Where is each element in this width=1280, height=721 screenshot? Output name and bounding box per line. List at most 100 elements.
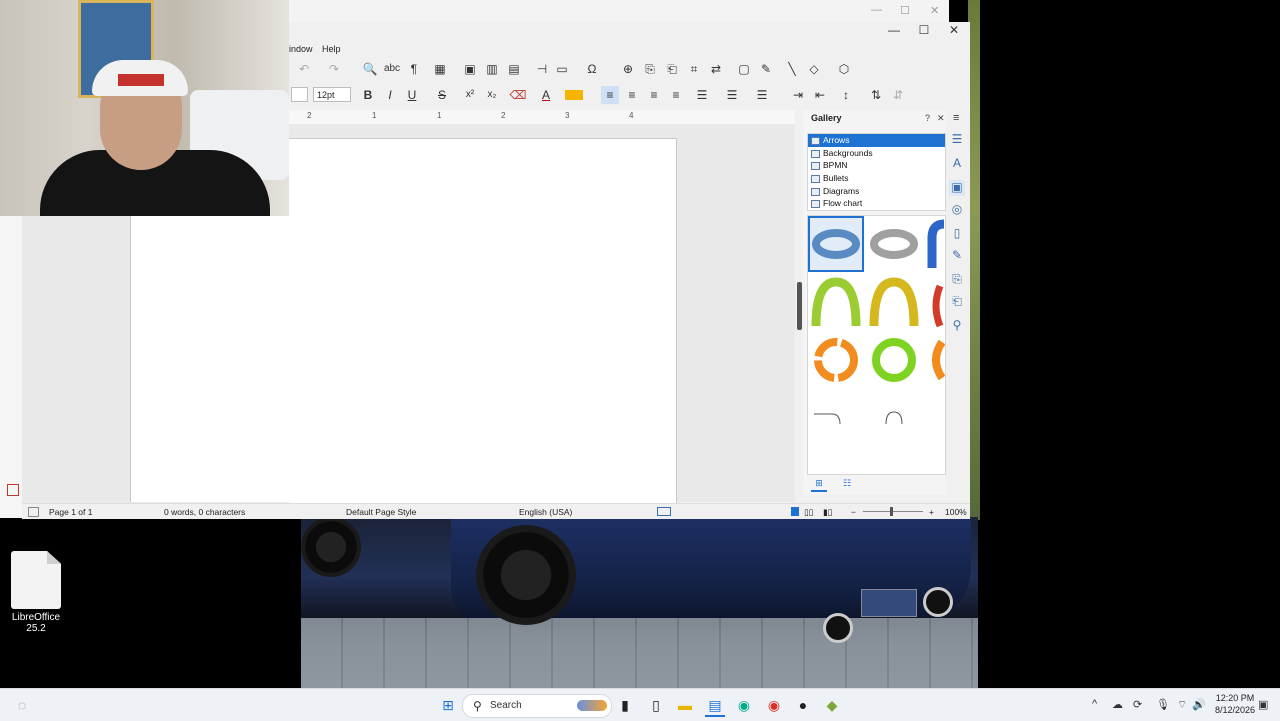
file-explorer-icon[interactable]: ▬ [675,695,695,715]
scrollbar-thumb[interactable] [797,282,802,330]
background-close-button[interactable]: ✕ [930,4,939,17]
writer-taskbar-icon[interactable]: ▤ [705,695,725,717]
help-icon[interactable]: ? [925,113,930,123]
notification-icon[interactable]: ▣ [1258,698,1268,711]
background-maximize-button[interactable]: ☐ [900,4,910,17]
microphone-icon[interactable]: 🎙 [1156,698,1170,711]
app-icon[interactable]: ◆ [822,695,842,715]
maximize-button[interactable]: ☐ [909,23,939,37]
paragraph-spacing-icon[interactable]: ⇅ [867,86,885,104]
manage-changes-tab-icon[interactable]: ⎘ [949,272,965,288]
line-icon[interactable]: ╲ [783,60,801,78]
gallery-item-arc-red[interactable] [926,276,945,328]
deck-close-icon[interactable]: ✕ [937,113,945,124]
styles-tab-icon[interactable]: A [949,156,965,172]
theme-item-backgrounds[interactable]: Backgrounds [808,147,945,160]
endnote-icon[interactable]: ⎗ [663,60,681,78]
superscript-button[interactable]: x² [461,86,479,104]
strikethrough-button[interactable]: S [433,86,451,104]
spelling-icon[interactable]: abc [383,60,401,78]
gallery-item-circular-arrow-blue[interactable] [808,216,864,272]
bold-button[interactable]: B [359,86,377,104]
properties-tab-icon[interactable]: ☰ [949,132,965,148]
theme-item-diagrams[interactable]: Diagrams [808,185,945,198]
menu-window[interactable]: indow [289,44,313,54]
chrome-icon[interactable]: ◉ [764,695,784,715]
outline-list-icon[interactable]: ☰ [753,86,771,104]
zoom-out-icon[interactable]: − [851,507,856,517]
theme-item-arrows[interactable]: Arrows [808,134,945,147]
navigator-tab-icon[interactable]: ◎ [949,202,965,218]
notepad-icon[interactable]: ▯ [646,695,666,715]
font-name-field-partial[interactable] [291,87,308,102]
widgets-icon[interactable]: ◌ [12,695,32,715]
undo-icon[interactable]: ↶ [295,60,313,78]
tray-overflow-icon[interactable]: ^ [1092,698,1097,710]
status-words[interactable]: 0 words, 0 characters [164,507,245,517]
gallery-item-circular-arrow-grey[interactable] [868,218,920,270]
gallery-item-arch-green[interactable] [810,276,862,328]
book-view-icon[interactable]: ▮▯ [823,507,832,518]
background-minimize-button[interactable]: — [871,4,882,16]
wifi-icon[interactable]: ⌔ [1177,698,1187,712]
zoom-slider[interactable] [863,511,923,512]
font-color-icon[interactable]: A [537,86,555,104]
align-left-icon[interactable]: ≡ [601,86,619,104]
basic-shapes-icon[interactable]: ◇ [805,60,823,78]
gallery-item-cycle-green[interactable] [868,334,920,386]
unordered-list-icon[interactable]: ☰ [693,86,711,104]
decrease-indent-icon[interactable]: ⇤ [811,86,829,104]
increase-indent-icon[interactable]: ⇥ [789,86,807,104]
taskbar-clock[interactable]: 12:20 PM 8/12/2026 [1205,692,1265,716]
align-center-icon[interactable]: ≡ [623,86,641,104]
theme-item-flow-chart[interactable]: Flow chart [808,197,945,210]
desktop-icon-libreoffice[interactable]: LibreOffice 25.2 [6,551,66,634]
icon-view-button[interactable]: ⊞ [811,478,827,492]
subscript-button[interactable]: x₂ [483,86,501,104]
highlight-color-icon[interactable] [565,90,583,100]
menu-help[interactable]: Help [322,44,341,54]
underline-button[interactable]: U [403,86,421,104]
gallery-tab-icon[interactable]: ▣ [949,180,965,196]
font-size-field[interactable]: 12pt [313,87,351,102]
status-page-style[interactable]: Default Page Style [346,507,416,517]
insert-image-icon[interactable]: ▣ [461,60,479,78]
tray-app-icon[interactable]: ☁ [1112,698,1123,711]
start-button-icon[interactable]: ⊞ [438,695,458,715]
multi-page-view-icon[interactable]: ▯▯ [804,507,813,518]
design-tab-icon[interactable]: ⎗ [949,294,965,310]
zoom-in-icon[interactable]: + [929,507,934,517]
selection-mode-icon[interactable] [657,507,671,516]
insert-chart-icon[interactable]: ▥ [483,60,501,78]
special-character-icon[interactable]: Ω [583,60,601,78]
taskbar-search[interactable]: ⚲ Search [462,694,612,718]
document-page-left[interactable] [130,216,290,502]
page-break-icon[interactable]: ⊣ [533,60,551,78]
redo-icon[interactable]: ↷ [325,60,343,78]
gallery-theme-list[interactable]: Arrows Backgrounds BPMN Bullets Diagrams… [807,133,946,211]
insert-field-icon[interactable]: ▭ [553,60,571,78]
single-page-view-icon[interactable] [791,507,799,516]
align-right-icon[interactable]: ≡ [645,86,663,104]
minimize-button[interactable]: — [879,23,909,37]
style-inspector-tab-icon[interactable]: ✎ [949,248,965,264]
justify-icon[interactable]: ≡ [667,86,685,104]
track-changes-icon[interactable]: ✎ [757,60,775,78]
sidebar-menu-icon[interactable]: ≡ [953,112,959,124]
zoom-slider-thumb[interactable] [890,507,893,516]
volume-icon[interactable]: 🔊 [1192,698,1206,711]
theme-item-bullets[interactable]: Bullets [808,172,945,185]
bookmark-icon[interactable]: ⌗ [685,60,703,78]
theme-item-bpmn[interactable]: BPMN [808,159,945,172]
close-button[interactable]: ✕ [939,23,969,37]
draw-functions-icon[interactable]: ⬡ [835,60,853,78]
gallery-item-arch-yellow[interactable] [868,276,920,328]
gallery-item-line-curve[interactable] [810,392,862,444]
gallery-item-line-arch[interactable] [868,392,920,444]
zoom-level[interactable]: 100% [945,507,967,517]
insert-textbox-icon[interactable]: ▤ [505,60,523,78]
footnote-icon[interactable]: ⎘ [641,60,659,78]
comment-icon[interactable]: ▢ [735,60,753,78]
gallery-item-arc-blue[interactable] [926,218,945,270]
clear-formatting-icon[interactable]: ⌫ [509,86,527,104]
